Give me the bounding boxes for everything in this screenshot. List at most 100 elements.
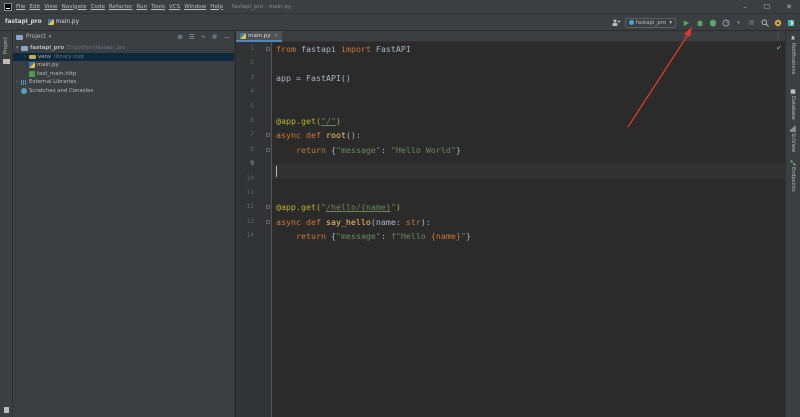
database-tool-button[interactable]: Database xyxy=(790,96,796,120)
more-options-icon[interactable]: ⋮ xyxy=(775,32,781,39)
code-line-11: @app.get("/hello/{name}") xyxy=(276,202,401,213)
tree-path: D:\python\fastapi_pro xyxy=(67,45,126,52)
endpoints-tool-button[interactable]: Endpoints xyxy=(790,167,796,192)
line-number: 2 xyxy=(250,59,254,67)
line-number: 6 xyxy=(250,117,254,124)
pycharm-logo-icon xyxy=(4,2,12,11)
menu-view[interactable]: View xyxy=(44,4,57,10)
folder-icon xyxy=(21,46,28,51)
line-number: 1 xyxy=(250,45,254,52)
profiler-icon xyxy=(722,19,729,26)
line-number: 11 xyxy=(246,189,254,196)
code-line-8: return {"message": "Hello World"} xyxy=(295,144,461,155)
gear-icon[interactable]: ✲ xyxy=(212,33,217,41)
menu-file[interactable]: File xyxy=(16,4,25,10)
menu-refactor[interactable]: Refactor xyxy=(109,4,132,10)
line-number: 12 xyxy=(246,203,254,211)
tree-row-scratches[interactable]: Scratches and Consoles xyxy=(13,87,234,96)
code-line-1: from fastapi import FastAPI xyxy=(276,44,411,54)
structure-icon[interactable] xyxy=(4,407,9,413)
window-title: fastapi_pro - main.py xyxy=(232,3,292,10)
tab-main-py[interactable]: main.py × xyxy=(236,31,283,42)
tab-label: main.py xyxy=(248,32,271,39)
run-configuration-select[interactable]: fastapi_pro ▾ xyxy=(624,17,676,28)
menu-edit[interactable]: Edit xyxy=(29,4,40,10)
fold-marker-icon[interactable] xyxy=(266,133,270,137)
menu-code[interactable]: Code xyxy=(91,4,105,10)
tree-label: External Libraries xyxy=(29,79,77,86)
left-tool-stripe: Project xyxy=(0,31,13,417)
breadcrumb-file[interactable]: main.py xyxy=(47,19,80,25)
code-editor[interactable]: from fastapi import FastAPI app = FastAP… xyxy=(272,42,785,417)
tree-label: main.py xyxy=(37,62,59,69)
tree-label: venv xyxy=(38,53,52,60)
run-button[interactable]: ▶ xyxy=(681,17,692,28)
tree-label: Scratches and Consoles xyxy=(29,87,94,94)
database-icon[interactable] xyxy=(790,89,796,94)
project-tool-window-button[interactable]: Project xyxy=(3,37,9,54)
maximize-button[interactable]: ☐ xyxy=(756,0,778,14)
fold-marker-icon[interactable] xyxy=(266,205,270,209)
search-icon xyxy=(761,19,769,27)
folder-icon[interactable] xyxy=(3,59,10,64)
inspection-ok-icon[interactable]: ✔ xyxy=(776,44,782,52)
tree-path: library root xyxy=(54,53,84,60)
python-file-icon xyxy=(29,62,35,69)
line-number: 14 xyxy=(246,232,254,240)
close-button[interactable]: ✕ xyxy=(778,0,800,14)
chevron-down-icon[interactable]: ▾ xyxy=(733,17,744,28)
close-icon[interactable]: × xyxy=(274,33,279,39)
settings-button[interactable] xyxy=(772,17,783,28)
python-file-icon xyxy=(47,19,54,25)
tree-row-venv[interactable]: › venv library root xyxy=(13,52,234,61)
stop-button[interactable] xyxy=(746,17,757,28)
fold-marker-icon[interactable] xyxy=(266,148,270,152)
folder-icon xyxy=(29,54,36,59)
project-view-select[interactable]: Project xyxy=(26,34,46,40)
line-number: 7 xyxy=(250,131,254,139)
fold-marker-icon[interactable] xyxy=(266,220,270,224)
menu-tools[interactable]: Tools xyxy=(151,4,165,10)
sciview-tool-button[interactable]: SciView xyxy=(790,133,796,152)
chevron-down-icon: ▾ xyxy=(669,19,672,26)
code-line-7: async def root(): xyxy=(276,130,361,141)
debug-button[interactable] xyxy=(694,17,705,28)
locate-icon[interactable]: ⊕ xyxy=(177,33,182,41)
bug-icon xyxy=(696,19,703,26)
menu-navigate[interactable]: Navigate xyxy=(62,4,87,10)
tree-row-project-root[interactable]: ▾ fastapi_pro D:\python\fastapi_pro xyxy=(13,44,234,53)
title-bar: File Edit View Navigate Code Refactor Ru… xyxy=(0,0,800,14)
project-tree: ▾ fastapi_pro D:\python\fastapi_pro › ve… xyxy=(13,44,234,95)
fold-marker-icon[interactable] xyxy=(266,47,270,51)
endpoints-icon[interactable] xyxy=(790,160,796,166)
minimize-button[interactable]: – xyxy=(734,0,756,14)
menu-run[interactable]: Run xyxy=(136,4,147,10)
line-number: 8 xyxy=(250,145,254,153)
expand-all-icon[interactable]: ÷ xyxy=(201,33,206,41)
project-panel: Project ▾ ⊕ ☰ ÷ ✲ — ▾ fastapi_pro D:\pyt… xyxy=(13,31,235,417)
editor-tab-bar: main.py × ⋮ xyxy=(236,31,785,42)
hide-icon[interactable]: — xyxy=(224,33,231,41)
menu-help[interactable]: Help xyxy=(210,4,223,10)
notifications-tool-button[interactable]: Notifications xyxy=(790,43,796,74)
tree-row-external-libraries[interactable]: › External Libraries xyxy=(13,78,234,87)
menu-vcs[interactable]: VCS xyxy=(169,4,180,10)
tree-row-test-main-http[interactable]: test_main.http xyxy=(13,70,234,79)
chevron-down-icon[interactable]: ▾ xyxy=(49,34,52,40)
add-user-icon[interactable] xyxy=(611,17,622,28)
collapse-all-icon[interactable]: ☰ xyxy=(189,33,195,41)
fastapi-icon xyxy=(628,20,634,25)
tree-row-main-py[interactable]: main.py xyxy=(13,61,234,70)
sciview-icon[interactable] xyxy=(790,126,796,132)
coverage-button[interactable] xyxy=(707,17,718,28)
search-button[interactable] xyxy=(759,17,770,28)
tree-label: fastapi_pro xyxy=(30,45,65,52)
updates-button[interactable] xyxy=(785,17,796,28)
navigation-bar: fastapi_pro main.py fastapi_pro ▾ ▶ ▾ xyxy=(0,14,800,31)
breadcrumb-file-label: main.py xyxy=(55,19,80,25)
menu-window[interactable]: Window xyxy=(184,4,206,10)
project-panel-header: Project ▾ ⊕ ☰ ÷ ✲ — xyxy=(13,31,234,43)
bell-icon[interactable] xyxy=(790,35,796,40)
breadcrumb-project[interactable]: fastapi_pro xyxy=(5,19,42,25)
profile-button[interactable] xyxy=(720,17,731,28)
